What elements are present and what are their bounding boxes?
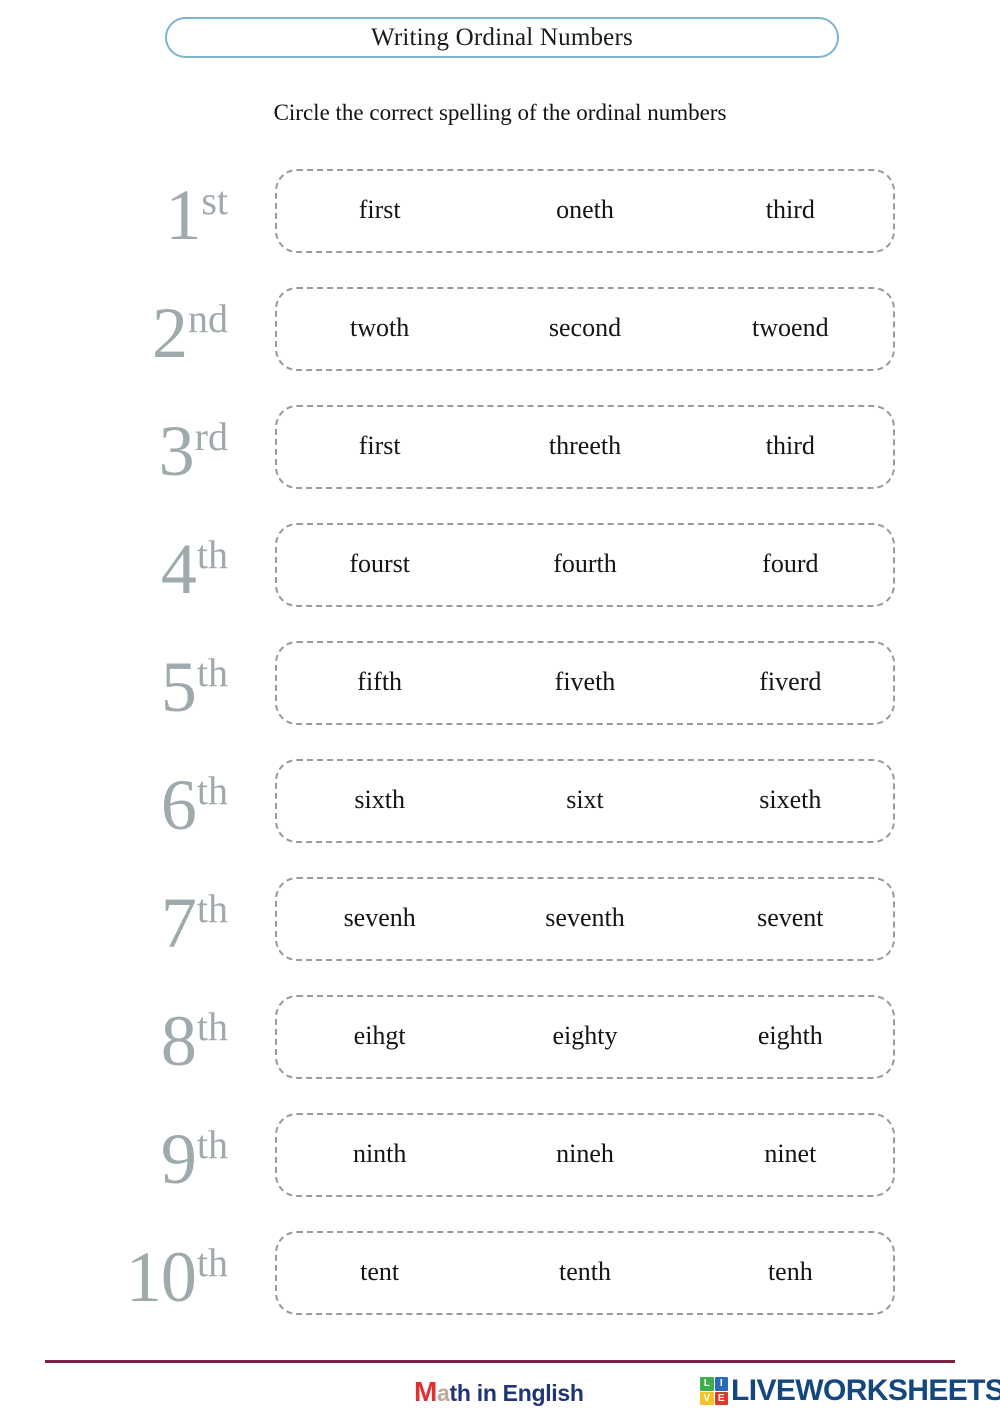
choice-option[interactable]: fiveth bbox=[482, 667, 687, 699]
choice-option[interactable]: twoth bbox=[277, 313, 482, 345]
choice-option[interactable]: sevent bbox=[688, 903, 893, 935]
ordinal-digit: 3 bbox=[158, 410, 195, 491]
ordinal-number-label: 2nd bbox=[0, 278, 255, 388]
choice-option[interactable]: fiverd bbox=[688, 667, 893, 699]
ordinal-digit: 10 bbox=[125, 1236, 197, 1317]
ordinal-suffix: th bbox=[196, 886, 228, 931]
lw-square-v: V bbox=[700, 1391, 714, 1405]
choice-option[interactable]: fourd bbox=[688, 549, 893, 581]
choice-box: fourst fourth fourd bbox=[275, 523, 895, 607]
liveworksheets-logo: L I V E LIVEWORKSHEETS bbox=[700, 1374, 1000, 1408]
math-logo-letter-m: M bbox=[414, 1376, 438, 1407]
ordinal-number-label: 8th bbox=[0, 986, 255, 1096]
math-in-english-logo: Math in English bbox=[414, 1376, 584, 1408]
ordinal-digit: 7 bbox=[160, 882, 197, 963]
exercise-row: 8th eihgt eighty eighth bbox=[0, 986, 1000, 1104]
choice-option[interactable]: oneth bbox=[482, 195, 687, 227]
choice-option[interactable]: fourth bbox=[482, 549, 687, 581]
choice-option[interactable]: second bbox=[482, 313, 687, 345]
choice-option[interactable]: tenh bbox=[688, 1257, 893, 1289]
ordinal-digit: 1 bbox=[165, 174, 201, 255]
choice-box: fifth fiveth fiverd bbox=[275, 641, 895, 725]
choice-box: sevenh seventh sevent bbox=[275, 877, 895, 961]
choice-option[interactable]: eihgt bbox=[277, 1021, 482, 1053]
choice-option[interactable]: third bbox=[688, 431, 893, 463]
ordinal-suffix: rd bbox=[194, 414, 228, 459]
ordinal-digit: 2 bbox=[152, 292, 188, 373]
choice-option[interactable]: sixth bbox=[277, 785, 482, 817]
choice-option[interactable]: sevenh bbox=[277, 903, 482, 935]
page-title: Writing Ordinal Numbers bbox=[371, 24, 633, 51]
exercise-row: 3rd first threeth third bbox=[0, 396, 1000, 514]
choice-option[interactable]: ninet bbox=[688, 1139, 893, 1171]
choice-box: twoth second twoend bbox=[275, 287, 895, 371]
instruction-text: Circle the correct spelling of the ordin… bbox=[273, 100, 727, 125]
worksheet-title-box: Writing Ordinal Numbers bbox=[165, 17, 839, 58]
exercise-row: 2nd twoth second twoend bbox=[0, 278, 1000, 396]
ordinal-number-label: 7th bbox=[0, 868, 255, 978]
lw-square-i: I bbox=[714, 1377, 728, 1391]
choice-option[interactable]: ninth bbox=[277, 1139, 482, 1171]
ordinal-digit: 8 bbox=[160, 1000, 197, 1081]
exercise-row: 4th fourst fourth fourd bbox=[0, 514, 1000, 632]
choice-box: sixth sixt sixeth bbox=[275, 759, 895, 843]
exercise-rows: 1st first oneth third 2nd twoth second twoend 3 r… bbox=[0, 160, 1000, 1340]
choice-option[interactable]: eighty bbox=[482, 1021, 687, 1053]
ordinal-suffix: nd bbox=[188, 296, 228, 341]
ordinal-digit: 6 bbox=[160, 764, 197, 845]
ordinal-suffix: th bbox=[196, 1122, 228, 1167]
ordinal-digit: 5 bbox=[160, 646, 197, 727]
choice-option[interactable]: seventh bbox=[482, 903, 687, 935]
choice-option[interactable]: first bbox=[277, 195, 482, 227]
choice-option[interactable]: nineh bbox=[482, 1139, 687, 1171]
choice-option[interactable]: threeth bbox=[482, 431, 687, 463]
ordinal-suffix: th bbox=[196, 532, 228, 577]
ordinal-number-label: 10th bbox=[0, 1222, 255, 1332]
choice-option[interactable]: tenth bbox=[482, 1257, 687, 1289]
choice-box: tent tenth tenh bbox=[275, 1231, 895, 1315]
ordinal-suffix: th bbox=[196, 1240, 228, 1285]
ordinal-suffix: st bbox=[201, 178, 228, 223]
exercise-row: 6th sixth sixt sixeth bbox=[0, 750, 1000, 868]
ordinal-number-label: 3rd bbox=[0, 396, 255, 506]
ordinal-number-label: 1st bbox=[0, 160, 255, 270]
choice-option[interactable]: third bbox=[688, 195, 893, 227]
choice-option[interactable]: sixeth bbox=[688, 785, 893, 817]
footer-divider bbox=[45, 1360, 955, 1363]
footer-logos: Math in English L I V E LIVEWORKSHEETS bbox=[0, 1374, 1000, 1414]
exercise-row: 10th tent tenth tenh bbox=[0, 1222, 1000, 1340]
choice-option[interactable]: tent bbox=[277, 1257, 482, 1289]
ordinal-digit: 9 bbox=[160, 1118, 197, 1199]
ordinal-digit: 4 bbox=[160, 528, 197, 609]
ordinal-number-label: 6th bbox=[0, 750, 255, 860]
math-logo-letter-a: a bbox=[437, 1380, 450, 1406]
choice-box: eihgt eighty eighth bbox=[275, 995, 895, 1079]
ordinal-number-label: 5th bbox=[0, 632, 255, 742]
ordinal-suffix: th bbox=[196, 768, 228, 813]
choice-option[interactable]: twoend bbox=[688, 313, 893, 345]
choice-option[interactable]: sixt bbox=[482, 785, 687, 817]
exercise-row: 5th fifth fiveth fiverd bbox=[0, 632, 1000, 750]
choice-box: ninth nineh ninet bbox=[275, 1113, 895, 1197]
exercise-row: 9th ninth nineh ninet bbox=[0, 1104, 1000, 1222]
choice-box: first threeth third bbox=[275, 405, 895, 489]
choice-box: first oneth third bbox=[275, 169, 895, 253]
ordinal-suffix: th bbox=[196, 650, 228, 695]
ordinal-suffix: th bbox=[196, 1004, 228, 1049]
choice-option[interactable]: fifth bbox=[277, 667, 482, 699]
lw-square-e: E bbox=[714, 1391, 728, 1405]
math-logo-text: th in English bbox=[449, 1380, 584, 1406]
lw-square-l: L bbox=[700, 1377, 714, 1391]
choice-option[interactable]: eighth bbox=[688, 1021, 893, 1053]
ordinal-number-label: 9th bbox=[0, 1104, 255, 1214]
choice-option[interactable]: fourst bbox=[277, 549, 482, 581]
exercise-row: 7th sevenh seventh sevent bbox=[0, 868, 1000, 986]
liveworksheets-mark-icon: L I V E bbox=[700, 1377, 728, 1405]
exercise-row: 1st first oneth third bbox=[0, 160, 1000, 278]
liveworksheets-wordmark: LIVEWORKSHEETS bbox=[731, 1374, 1000, 1407]
choice-option[interactable]: first bbox=[277, 431, 482, 463]
ordinal-number-label: 4th bbox=[0, 514, 255, 624]
